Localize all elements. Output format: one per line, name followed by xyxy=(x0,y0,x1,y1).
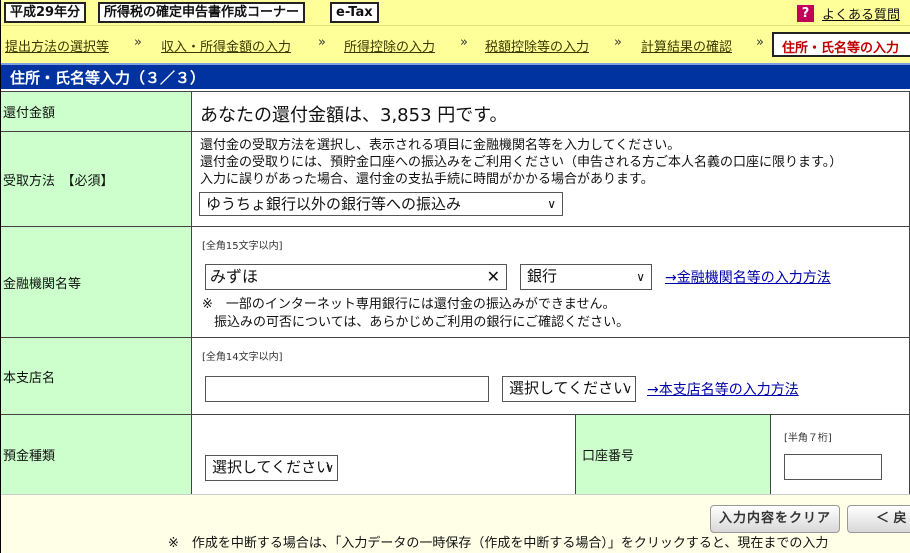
account-cell: [半角７桁] xyxy=(770,414,910,495)
account-hint: [半角７桁] xyxy=(784,433,832,444)
page-title: 住所・氏名等入力（３／３） xyxy=(0,63,910,89)
bank-name-input[interactable]: みずほ ✕ xyxy=(205,264,507,290)
crumb-separator: » xyxy=(460,35,468,50)
deposit-cell: 選択してください ∨ xyxy=(191,414,576,495)
branch-label-text: 本支店名 xyxy=(3,370,56,386)
chevron-down-icon: ∨ xyxy=(325,461,334,475)
bank-note-2: 振込みの可否については、あらかじめご利用の銀行にご確認ください。 xyxy=(214,315,630,330)
account-label-text: 口座番号 xyxy=(582,449,635,464)
bank-hint: [全角15文字以内] xyxy=(202,241,283,252)
refund-label: 還付金額 xyxy=(0,91,192,132)
refund-label-text: 還付金額 xyxy=(3,106,56,121)
clear-button[interactable]: 入力内容をクリア xyxy=(710,505,840,533)
crumb-submission[interactable]: 提出方法の選択等 xyxy=(5,36,109,55)
receive-method-select[interactable]: ゆうちょ銀行以外の銀行等への振込み ∨ xyxy=(199,192,563,216)
deposit-type-value: 選択してください xyxy=(212,458,332,476)
bank-type-select[interactable]: 銀行 ∨ xyxy=(520,264,652,290)
receive-note-1: 還付金の受取方法を選択し、表示される項目に金融機関名等を入力してください。 xyxy=(200,138,681,153)
crumb-tax-credit[interactable]: 税額控除等の入力 xyxy=(485,36,589,55)
branch-type-value: 選択してください xyxy=(509,379,629,397)
branch-name-input[interactable] xyxy=(205,376,489,402)
account-label: 口座番号 xyxy=(575,414,771,495)
deposit-label: 預金種類 xyxy=(0,414,192,495)
receive-note-3: 入力に誤りがあった場合、還付金の支払手続に時間がかかる場合があります。 xyxy=(200,172,654,187)
crumb-deduction[interactable]: 所得控除の入力 xyxy=(344,36,435,55)
era-label: 平成29年分 xyxy=(4,2,87,23)
receive-label: 受取方法 【必須】 xyxy=(0,131,192,227)
bank-name-value: みずほ xyxy=(210,267,259,286)
bank-type-value: 銀行 xyxy=(527,267,558,285)
bank-label-text: 金融機関名等 xyxy=(3,276,82,292)
deposit-label-text: 預金種類 xyxy=(3,449,56,464)
branch-type-select[interactable]: 選択してください ∨ xyxy=(502,376,636,402)
chevron-down-icon: ∨ xyxy=(547,197,556,211)
crumb-separator: » xyxy=(134,35,142,50)
refund-message: あなたの還付金額は、3,853 円です。 xyxy=(200,105,508,126)
crumb-result[interactable]: 計算結果の確認 xyxy=(641,36,732,55)
branch-help-link[interactable]: →本支店名等の入力方法 xyxy=(647,379,799,399)
receive-method-value: ゆうちょ銀行以外の銀行等への振込み xyxy=(206,195,462,213)
corner-title: 所得税の確定申告書作成コーナー xyxy=(98,2,306,23)
breadcrumb: 提出方法の選択等 » 収入・所得金額の入力 » 所得控除の入力 » 税額控除等の… xyxy=(0,25,910,63)
branch-hint: [全角14文字以内] xyxy=(202,352,283,363)
crumb-separator: » xyxy=(318,35,326,50)
faq-label: よくある質問 xyxy=(821,7,900,23)
top-header: 平成29年分 所得税の確定申告書作成コーナー e-Tax ? よくある質問 xyxy=(0,0,910,25)
crumb-income[interactable]: 収入・所得金額の入力 xyxy=(161,36,291,55)
etax-button[interactable]: e-Tax xyxy=(330,2,379,23)
bank-label: 金融機関名等 xyxy=(0,226,192,338)
clear-icon[interactable]: ✕ xyxy=(487,265,500,289)
branch-cell: [全角14文字以内] 選択してください ∨ →本支店名等の入力方法 xyxy=(191,337,910,415)
footer-note: ※ 作成を中断する場合は、「入力データの一時保存（作成を中断する場合）」をクリッ… xyxy=(168,536,829,551)
faq-link[interactable]: ? よくある質問 xyxy=(796,3,900,23)
receive-label-text: 受取方法 【必須】 xyxy=(3,173,114,189)
bank-help-link[interactable]: →金融機関名等の入力方法 xyxy=(665,267,831,287)
branch-label: 本支店名 xyxy=(0,337,192,415)
footer: 入力内容をクリア ＜ 戻 ※ 作成を中断する場合は、「入力データの一時保存（作成… xyxy=(0,494,910,553)
crumb-current: 住所・氏名等の入力 xyxy=(772,32,910,57)
bank-note-1: ※ 一部のインターネット専用銀行には還付金の振込みができません。 xyxy=(202,297,616,312)
back-button[interactable]: ＜ 戻 xyxy=(847,505,910,533)
crumb-separator: » xyxy=(756,35,764,50)
refund-value-cell: あなたの還付金額は、3,853 円です。 xyxy=(191,91,910,132)
help-icon: ? xyxy=(796,4,814,22)
account-number-input[interactable] xyxy=(784,454,882,480)
deposit-type-select[interactable]: 選択してください ∨ xyxy=(205,455,338,481)
chevron-down-icon: ∨ xyxy=(636,270,645,284)
bank-cell: [全角15文字以内] みずほ ✕ 銀行 ∨ →金融機関名等の入力方法 ※ 一部の… xyxy=(191,226,910,338)
receive-note-2: 還付金の受取りには、預貯金口座への振込みをご利用ください（申告される方ご本人名義… xyxy=(200,155,843,170)
receive-cell: 還付金の受取方法を選択し、表示される項目に金融機関名等を入力してください。 還付… xyxy=(191,131,910,227)
chevron-down-icon: ∨ xyxy=(623,382,632,396)
crumb-separator: » xyxy=(614,35,622,50)
